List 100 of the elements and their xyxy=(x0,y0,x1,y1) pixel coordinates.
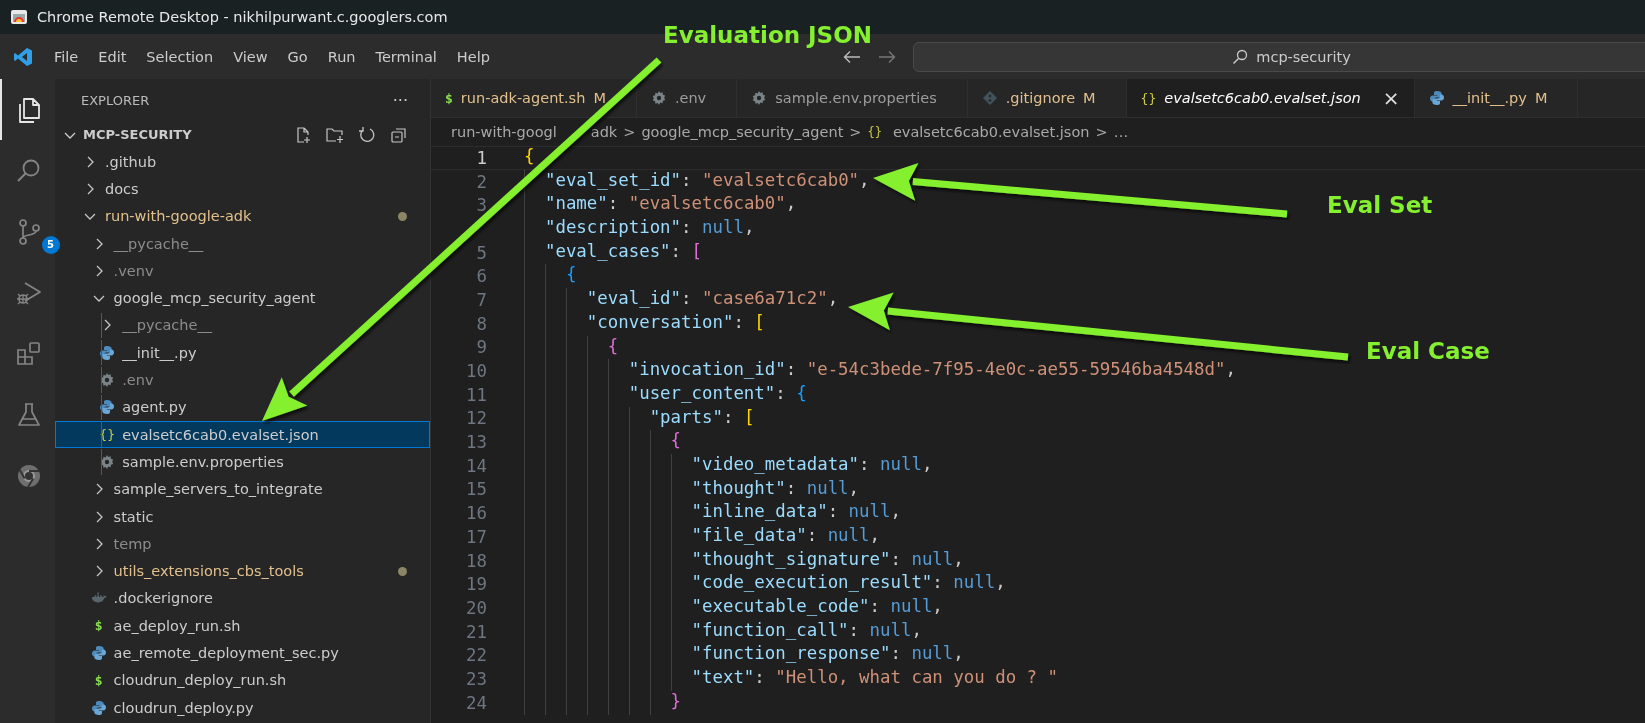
code-line: "function_response": null, xyxy=(524,643,964,668)
editor-tab[interactable]: {} evalsetc6cab0.evalset.json × xyxy=(1126,79,1415,117)
line-number: 13 xyxy=(466,432,487,453)
back-arrow-icon[interactable] xyxy=(843,49,861,64)
tree-item[interactable]: static xyxy=(55,502,430,531)
line-number: 7 xyxy=(476,289,487,310)
tree-item[interactable]: __pycache__ xyxy=(55,311,430,340)
tree-item[interactable]: google_mcp_security_agent xyxy=(55,284,430,312)
menu-item[interactable]: Terminal xyxy=(365,48,447,65)
menu-item[interactable]: File xyxy=(44,48,89,65)
code-line: "video_metadata": null, xyxy=(524,453,933,478)
shell-icon: $ xyxy=(90,618,107,634)
line-number: 15 xyxy=(466,479,487,500)
line-number: 18 xyxy=(466,550,487,571)
tree-item[interactable]: .venv xyxy=(55,257,430,285)
forward-arrow-icon[interactable] xyxy=(878,49,896,64)
line-number: 14 xyxy=(466,455,487,476)
tree-item[interactable]: .github xyxy=(55,148,430,176)
line-number: 2 xyxy=(476,171,487,192)
breadcrumb-separator: > xyxy=(849,124,862,140)
code-line: "name": "evalsetc6cab0", xyxy=(524,193,797,218)
tree-item[interactable]: sample.env.properties xyxy=(55,448,430,476)
app-logo-icon xyxy=(13,46,33,67)
tree-item[interactable]: $ ae_deploy_run.sh xyxy=(55,612,430,640)
tree-item[interactable]: sample_servers_to_integrate xyxy=(55,475,430,503)
gear-icon xyxy=(650,90,667,106)
tree-item[interactable]: __init__.py xyxy=(55,339,430,367)
tree-item[interactable]: {} evalsetc6cab0.evalset.json xyxy=(55,420,430,449)
json-icon: {} xyxy=(1140,90,1157,106)
more-actions-button[interactable]: ··· xyxy=(392,90,408,110)
tree-item[interactable]: temp xyxy=(55,530,430,558)
code-line: "conversation": [ xyxy=(524,311,765,336)
count-badge: 5 xyxy=(41,235,60,254)
breadcrumb-item[interactable]: … xyxy=(1113,124,1129,140)
breadcrumb-text[interactable]: run-with-googl xyxy=(451,124,557,140)
menu-item[interactable]: Selection xyxy=(136,48,224,65)
line-number: 5 xyxy=(476,242,487,263)
gear-icon xyxy=(99,372,116,388)
code-line: "invocation_id": "e-54c3bede-7f95-4e0c-ae55-59546ba4548d", xyxy=(524,359,1236,383)
tree-item[interactable]: run-with-google-adk xyxy=(55,202,430,230)
search-icon xyxy=(1232,48,1249,65)
shell-icon: $ xyxy=(90,672,107,688)
tree-item[interactable]: agent.py xyxy=(55,393,430,421)
tree-item[interactable]: .dockerignore xyxy=(55,584,430,613)
sidebar-title: EXPLORER xyxy=(81,92,150,108)
close-button[interactable]: × xyxy=(1382,86,1400,110)
tree-item[interactable]: utils_extensions_cbs_tools xyxy=(55,557,430,585)
refresh-icon[interactable] xyxy=(358,125,376,144)
collapse-all-icon[interactable] xyxy=(390,125,408,144)
editor-tab[interactable]: __init__.py M xyxy=(1414,79,1579,117)
code-line: "function_call": null, xyxy=(524,619,922,644)
annotation-label: Eval Case xyxy=(1366,338,1490,364)
editor-tab[interactable]: .gitignore M xyxy=(967,79,1127,117)
code-line: "user_content": { xyxy=(524,382,807,407)
menu-item[interactable]: Go xyxy=(277,48,318,65)
new-file-icon[interactable] xyxy=(294,125,312,144)
code-line: { xyxy=(524,335,619,360)
menu-item[interactable]: Edit xyxy=(88,48,137,65)
python-icon xyxy=(90,645,107,661)
code-line: "executable_code": null, xyxy=(524,596,943,620)
menu-item[interactable]: View xyxy=(223,48,278,65)
tree-item[interactable]: cloudrun_deploy.py xyxy=(55,693,430,722)
tree-item[interactable]: docs xyxy=(55,175,430,203)
code-line: "eval_id": "case6a71c2", xyxy=(524,288,839,312)
python-icon xyxy=(99,344,116,361)
code-line: "code_execution_result": null, xyxy=(524,572,1006,597)
modified-label: M xyxy=(1534,90,1548,106)
editor-tab[interactable]: sample.env.properties xyxy=(737,79,968,117)
line-number: 17 xyxy=(466,526,487,547)
code-line: "parts": [ xyxy=(524,406,755,431)
breadcrumb-item[interactable]: evalsetc6cab0.evalset.json xyxy=(892,124,1090,140)
command-center-field[interactable]: mcp-security xyxy=(913,41,1645,72)
code-line: "thought_signature": null, xyxy=(524,548,964,573)
window-title: Chrome Remote Desktop - nikhilpurwant.c.googlers.com xyxy=(37,9,448,25)
line-number: 22 xyxy=(466,645,487,666)
menu-item[interactable]: Run xyxy=(317,48,366,65)
extensions-icon[interactable] xyxy=(14,339,43,368)
breadcrumb-item[interactable]: google_mcp_security_agent xyxy=(641,124,844,140)
python-icon xyxy=(90,699,107,716)
modified-dot xyxy=(398,211,407,221)
breadcrumb-text[interactable]: adk xyxy=(590,124,618,140)
menu-item[interactable]: Help xyxy=(446,48,500,65)
tree-item[interactable]: ae_remote_deployment_sec.py xyxy=(55,639,430,667)
line-number: 1 xyxy=(476,147,487,168)
tree-item[interactable]: $ cloudrun_deploy_run.sh xyxy=(55,666,430,694)
code-line: { xyxy=(524,146,535,170)
editor-tab[interactable]: .env xyxy=(636,79,738,117)
code-line: { xyxy=(524,264,577,289)
editor-tab[interactable]: $ run-adk-agent.sh M xyxy=(431,79,637,117)
tree-item[interactable]: .env xyxy=(55,366,430,394)
new-folder-icon[interactable] xyxy=(326,125,344,144)
line-number: 20 xyxy=(466,597,487,618)
code-line: "eval_set_id": "evalsetc6cab0", xyxy=(524,169,870,194)
line-number: 3 xyxy=(476,195,487,216)
diamond-icon xyxy=(981,90,998,106)
shell-icon: $ xyxy=(445,90,453,106)
gear-icon xyxy=(99,453,116,470)
code-line: "eval_cases": [ xyxy=(524,240,702,265)
workspace-label[interactable]: MCP-SECURITY xyxy=(83,127,192,142)
code-line: "text": "Hello, what can you do ? " xyxy=(524,667,1058,691)
